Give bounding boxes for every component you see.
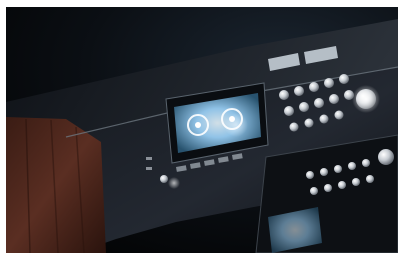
cassette-deck-photo	[6, 7, 398, 253]
power-knob	[160, 175, 168, 183]
wood-side-panel	[6, 117, 106, 253]
light-flare	[352, 85, 380, 113]
image-frame	[0, 0, 404, 259]
photo-illustration	[6, 7, 398, 253]
